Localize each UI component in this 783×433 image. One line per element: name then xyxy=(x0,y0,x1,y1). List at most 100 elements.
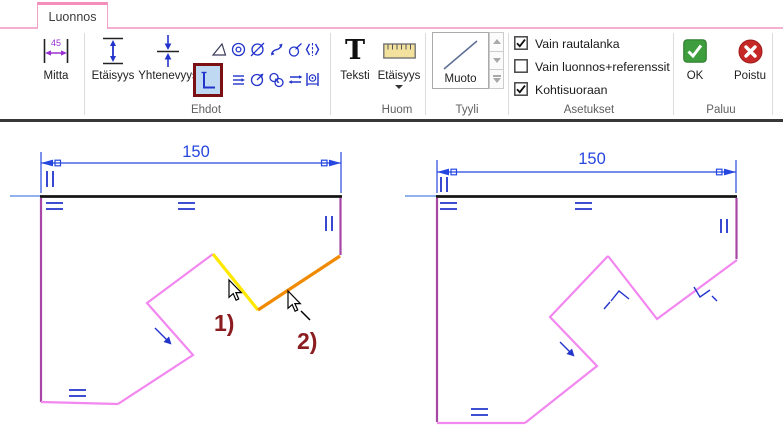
equal-constraint-mark xyxy=(471,409,488,415)
mitta-label: Mitta xyxy=(44,70,69,82)
group-label-huom: Huom xyxy=(382,104,413,116)
dim-arrowhead xyxy=(437,169,449,176)
staircase-edges[interactable] xyxy=(118,254,213,404)
bottom-edge[interactable] xyxy=(41,402,118,404)
radius-constraint-icon[interactable] xyxy=(248,70,266,88)
concentric-constraint-icon[interactable] xyxy=(229,40,247,58)
dimension-value: 150 xyxy=(578,150,606,168)
etaisyys-annotation-button[interactable]: Etäisyys xyxy=(374,33,424,89)
equal-constraint-mark xyxy=(178,203,195,209)
down-arrow-icon xyxy=(493,58,501,63)
parallel-constraint-mark xyxy=(441,177,447,192)
checkbox-row-vain-luonnos[interactable]: Vain luonnos+referenssit xyxy=(514,58,670,76)
group-separator xyxy=(425,33,426,115)
line-style-icon xyxy=(433,37,488,73)
right-figure: 150 xyxy=(405,150,737,423)
parallel-constraint-icon[interactable] xyxy=(286,70,304,88)
vertical-distance-icon xyxy=(100,33,126,69)
etaisyys-annotation-label: Etäisyys xyxy=(378,70,421,82)
fixed-point-constraint-icon[interactable] xyxy=(303,70,321,88)
collinear-constraint-icon[interactable] xyxy=(229,70,247,88)
equal-radius-constraint-icon[interactable] xyxy=(267,70,285,88)
checkbox-row-vain-rautalanka[interactable]: Vain rautalanka xyxy=(514,35,670,53)
style-gallery-spinner xyxy=(489,32,504,89)
staircase-edges[interactable] xyxy=(525,256,608,423)
exit-x-icon xyxy=(738,33,763,69)
poistu-button[interactable]: Poistu xyxy=(724,33,776,82)
group-separator xyxy=(772,33,773,115)
parallel-constraint-mark xyxy=(721,219,727,233)
equal-constraint-mark xyxy=(440,203,457,209)
notch-edges[interactable] xyxy=(608,256,737,319)
ok-button[interactable]: OK xyxy=(678,33,712,82)
app-window: Luonnos 45 Mitta xyxy=(0,0,783,433)
parallel-constraint-mark xyxy=(326,216,332,231)
muoto-label: Muoto xyxy=(445,73,477,85)
parallel-constraint-mark xyxy=(47,171,53,187)
teksti-label: Teksti xyxy=(340,70,369,82)
checkbox-label: Vain rautalanka xyxy=(535,37,620,51)
group-separator xyxy=(330,33,331,115)
mitta-button[interactable]: 45 Mitta xyxy=(30,33,82,82)
direction-arrow-mark xyxy=(560,342,575,357)
text-icon: T xyxy=(345,33,365,69)
tab-label: Luonnos xyxy=(49,10,97,24)
gallery-down-button[interactable] xyxy=(489,52,504,71)
teksti-button[interactable]: T Teksti xyxy=(333,33,377,82)
dimension-icon: 45 xyxy=(41,33,71,69)
kohtisuoraan-checkbox[interactable] xyxy=(514,82,528,99)
up-arrow-icon xyxy=(493,39,501,44)
perpendicular-constraint-icon-selected[interactable] xyxy=(193,63,223,97)
ribbon: 45 Mitta Etäisyys xyxy=(0,29,783,119)
checkbox-label: Kohtisuoraan xyxy=(535,83,607,97)
dim-arrowhead xyxy=(329,160,341,167)
group-label-ehdot: Ehdot xyxy=(191,104,221,116)
tangent-constraint-icon[interactable] xyxy=(267,40,285,58)
direction-arrow-mark xyxy=(155,328,172,345)
equal-constraint-mark xyxy=(46,203,63,209)
more-arrow-icon xyxy=(493,75,501,83)
gallery-up-button[interactable] xyxy=(489,32,504,52)
equal-constraint-mark xyxy=(69,390,86,396)
checkbox-row-kohtisuoraan[interactable]: Kohtisuoraan xyxy=(514,81,670,99)
ok-label: OK xyxy=(687,70,704,82)
cursor-line-glyph xyxy=(301,311,310,320)
dim-arrowhead xyxy=(724,169,736,176)
step-label-1: 1) xyxy=(214,310,234,336)
group-label-asetukset: Asetukset xyxy=(564,104,615,116)
angle-constraint-icon[interactable] xyxy=(210,40,228,58)
left-figure: 150 xyxy=(10,143,342,404)
sample-dimension-value: 45 xyxy=(51,38,61,48)
vain-rautalanka-checkbox[interactable] xyxy=(514,36,528,53)
group-separator xyxy=(673,33,674,115)
yhtenevyys-label: Yhtenevyys xyxy=(138,70,197,82)
equal-constraint-mark xyxy=(575,203,592,209)
perpendicular-constraint-mark xyxy=(604,291,629,309)
ok-check-icon xyxy=(683,33,707,69)
dimension-value: 150 xyxy=(182,143,210,161)
checkbox-label: Vain luonnos+referenssit xyxy=(535,60,670,74)
etaisyys-constraint-button[interactable]: Etäisyys xyxy=(86,33,140,82)
group-separator xyxy=(84,33,85,115)
diameter-constraint-icon[interactable] xyxy=(248,40,266,58)
group-label-paluu: Paluu xyxy=(706,104,735,116)
vain-luonnos-checkbox[interactable] xyxy=(514,59,528,76)
symmetric-constraint-icon[interactable] xyxy=(303,40,321,58)
poistu-label: Poistu xyxy=(734,70,766,82)
gallery-more-button[interactable] xyxy=(489,70,504,89)
tangent-point-constraint-icon[interactable] xyxy=(286,40,304,58)
step-label-2: 2) xyxy=(297,328,317,354)
yhtenevyys-button[interactable]: Yhtenevyys xyxy=(136,33,200,82)
highlighted-segment-1[interactable] xyxy=(213,254,258,310)
dropdown-caret-icon[interactable] xyxy=(395,85,403,89)
settings-checkbox-list: Vain rautalanka Vain luonnos+referenssit… xyxy=(514,35,670,99)
muoto-button[interactable]: Muoto xyxy=(432,32,489,89)
group-separator xyxy=(508,33,509,115)
ribbon-bottom-border xyxy=(0,119,783,122)
ruler-icon xyxy=(383,33,416,69)
coincident-icon xyxy=(154,33,182,69)
sketch-canvas: 150 xyxy=(0,130,783,433)
group-label-tyyli: Tyyli xyxy=(456,104,479,116)
etaisyys-constraint-label: Etäisyys xyxy=(92,70,135,82)
tab-luonnos[interactable]: Luonnos xyxy=(37,2,108,29)
